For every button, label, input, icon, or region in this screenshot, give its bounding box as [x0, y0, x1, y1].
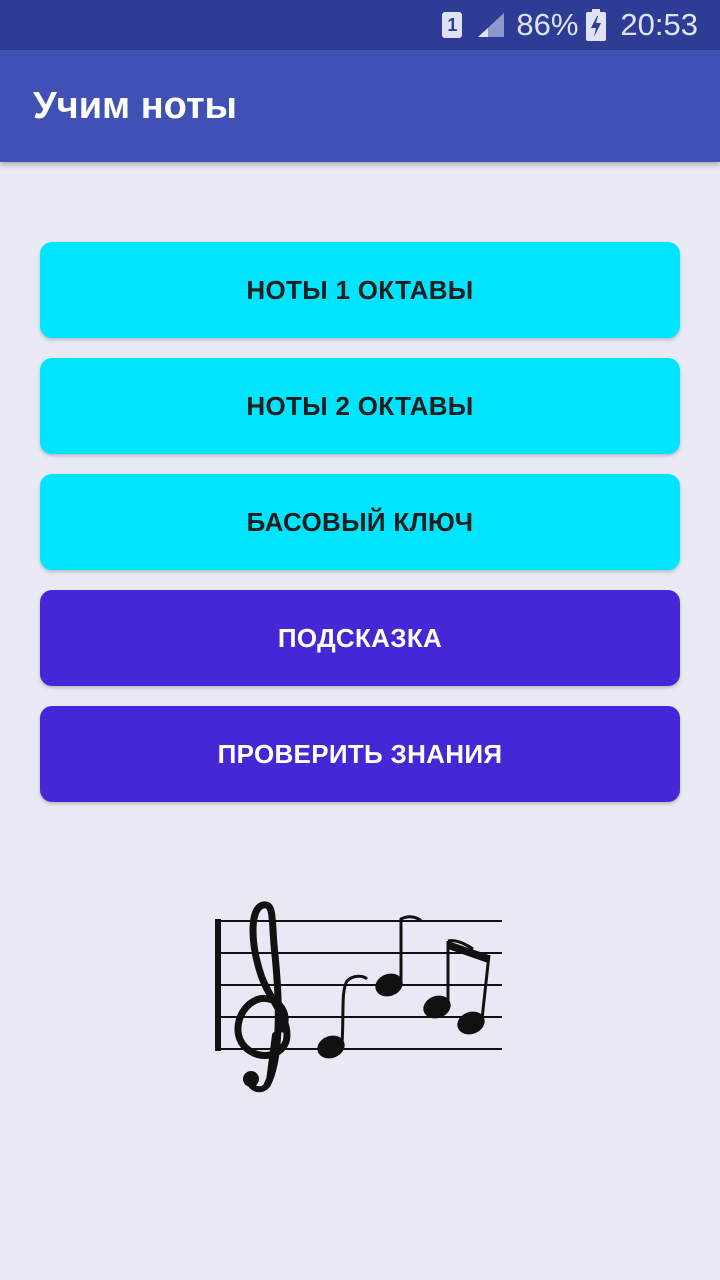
treble-clef-notes-image [205, 895, 510, 1100]
signal-icon [476, 11, 506, 39]
battery-charging-icon [586, 9, 607, 41]
test-knowledge-button[interactable]: ПРОВЕРИТЬ ЗНАНИЯ [40, 706, 680, 802]
octave-1-notes-button[interactable]: НОТЫ 1 ОКТАВЫ [40, 242, 680, 338]
menu-buttons: НОТЫ 1 ОКТАВЫ НОТЫ 2 ОКТАВЫ БАСОВЫЙ КЛЮЧ… [40, 242, 680, 822]
bass-clef-button[interactable]: БАСОВЫЙ КЛЮЧ [40, 474, 680, 570]
app-title: Учим ноты [33, 84, 238, 127]
treble-clef-icon [234, 901, 291, 1093]
status-time: 20:53 [620, 7, 698, 42]
sim-1-icon: 1 [442, 12, 463, 38]
battery-percent: 86% [516, 7, 579, 42]
hint-button[interactable]: ПОДСКАЗКА [40, 590, 680, 686]
octave-2-notes-button[interactable]: НОТЫ 2 ОКТАВЫ [40, 358, 680, 454]
app-bar: Учим ноты [0, 50, 720, 162]
status-bar: 1 86% 20:53 [0, 0, 720, 50]
